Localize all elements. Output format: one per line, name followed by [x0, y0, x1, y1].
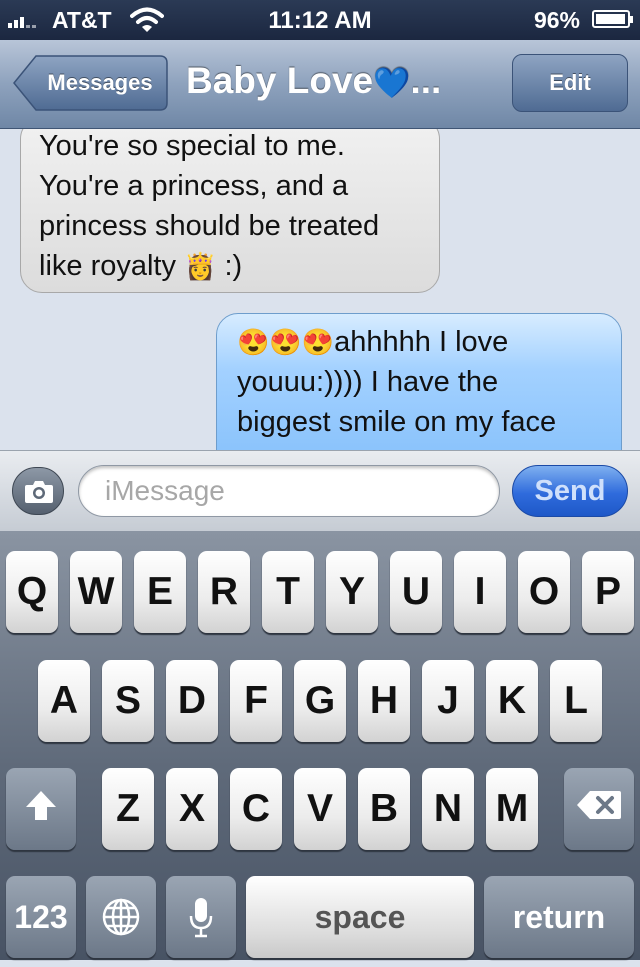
- message-line: 😍😍😍ahhhhh I love: [237, 326, 509, 358]
- delete-icon: [577, 791, 621, 819]
- blue-heart-emoji: 💙: [373, 67, 411, 100]
- numbers-key[interactable]: 123: [6, 876, 76, 958]
- globe-key[interactable]: [86, 876, 156, 958]
- key-y[interactable]: Y: [326, 551, 378, 633]
- camera-icon: [25, 481, 53, 503]
- globe-icon: [102, 898, 140, 936]
- send-button[interactable]: Send: [512, 465, 628, 517]
- key-t[interactable]: T: [262, 551, 314, 633]
- back-messages-button[interactable]: Messages: [12, 54, 168, 112]
- battery-percentage: 96%: [533, 7, 580, 33]
- message-line: right now:): [237, 442, 603, 450]
- status-bar: AT&T 11:12 AM 96%: [0, 0, 640, 40]
- key-f[interactable]: F: [230, 660, 282, 742]
- key-j[interactable]: J: [422, 660, 474, 742]
- message-line: You're so special to me.: [39, 130, 345, 162]
- key-u[interactable]: U: [390, 551, 442, 633]
- back-button-label: Messages: [47, 70, 153, 95]
- key-w[interactable]: W: [70, 551, 122, 633]
- princess-emoji: 👸: [184, 251, 217, 281]
- message-line: biggest smile on my face: [237, 406, 557, 438]
- shift-key[interactable]: [6, 768, 76, 850]
- return-key[interactable]: return: [484, 876, 634, 958]
- key-q[interactable]: Q: [6, 551, 58, 633]
- conversation-title[interactable]: Baby Love💙...: [186, 60, 441, 102]
- key-m[interactable]: M: [486, 768, 538, 850]
- received-message-bubble[interactable]: You're so special to me. You're a prince…: [20, 129, 440, 293]
- key-i[interactable]: I: [454, 551, 506, 633]
- heart-eyes-emoji: 😍😍😍: [237, 327, 335, 357]
- navigation-bar: Messages Baby Love💙... Edit: [0, 40, 640, 129]
- message-thread[interactable]: You're so special to me. You're a prince…: [0, 129, 640, 450]
- key-x[interactable]: X: [166, 768, 218, 850]
- key-d[interactable]: D: [166, 660, 218, 742]
- key-p[interactable]: P: [582, 551, 634, 633]
- key-g[interactable]: G: [294, 660, 346, 742]
- delete-key[interactable]: [564, 768, 634, 850]
- message-line: You're a princess, and a: [39, 170, 349, 202]
- key-v[interactable]: V: [294, 768, 346, 850]
- keyboard: QWERTYUIOP ASDFGHJKL ZXCVBNM 123 space r…: [0, 531, 640, 960]
- message-line: youuu:)))) I have the: [237, 366, 499, 398]
- dictation-key[interactable]: [166, 876, 236, 958]
- key-k[interactable]: K: [486, 660, 538, 742]
- space-key[interactable]: space: [246, 876, 474, 958]
- edit-button[interactable]: Edit: [512, 54, 628, 112]
- smiley-text: :): [216, 250, 243, 282]
- sent-message-bubble[interactable]: 😍😍😍ahhhhh I love youuu:)))) I have the b…: [216, 313, 622, 450]
- microphone-icon: [189, 898, 213, 938]
- message-composer: iMessage Send: [0, 450, 640, 532]
- key-a[interactable]: A: [38, 660, 90, 742]
- imessage-input[interactable]: iMessage: [78, 465, 500, 517]
- key-l[interactable]: L: [550, 660, 602, 742]
- contact-name: Baby Love: [186, 60, 374, 101]
- key-e[interactable]: E: [134, 551, 186, 633]
- camera-button[interactable]: [12, 467, 64, 515]
- title-ellipsis: ...: [410, 60, 442, 101]
- message-line: like royalty 👸 :): [39, 250, 243, 282]
- key-n[interactable]: N: [422, 768, 474, 850]
- key-r[interactable]: R: [198, 551, 250, 633]
- key-c[interactable]: C: [230, 768, 282, 850]
- shift-icon: [26, 791, 56, 820]
- key-h[interactable]: H: [358, 660, 410, 742]
- message-line: princess should be treated: [39, 210, 380, 242]
- key-b[interactable]: B: [358, 768, 410, 850]
- key-s[interactable]: S: [102, 660, 154, 742]
- key-z[interactable]: Z: [102, 768, 154, 850]
- key-o[interactable]: O: [518, 551, 570, 633]
- battery-icon: [592, 10, 633, 28]
